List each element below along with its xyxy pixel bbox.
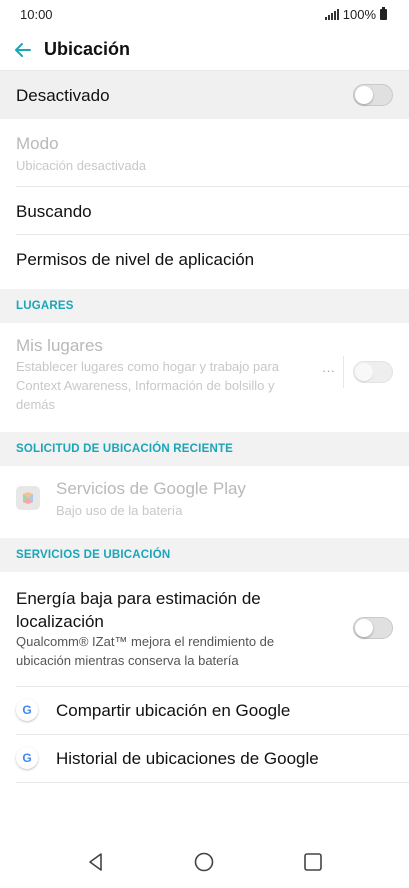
- title-bar: Ubicación: [0, 30, 409, 71]
- status-indicators: 100%: [324, 7, 387, 22]
- vertical-divider: [343, 356, 344, 388]
- signal-icon: [324, 9, 339, 20]
- app-permissions-label: Permisos de nivel de aplicación: [16, 250, 255, 269]
- section-header-text: SOLICITUD DE UBICACIÓN RECIENTE: [16, 443, 234, 455]
- app-permissions-setting[interactable]: Permisos de nivel de aplicación: [0, 235, 409, 285]
- location-history-label: Historial de ubicaciones de Google: [56, 749, 319, 768]
- master-toggle-label: Desactivado: [16, 86, 110, 105]
- status-time: 10:00: [20, 7, 53, 22]
- low-power-summary-line2: ubicación mientras conserva la batería: [16, 653, 239, 668]
- low-power-label-line1: Energía baja para estimación de: [16, 589, 261, 608]
- page-title: Ubicación: [44, 39, 131, 59]
- my-places-switch[interactable]: [353, 361, 393, 383]
- section-header-text: LUGARES: [16, 300, 74, 312]
- low-power-estimation-setting[interactable]: Energía baja para estimación de localiza…: [0, 572, 409, 686]
- puzzle-piece-icon: [23, 492, 33, 504]
- section-header-places: LUGARES: [0, 289, 409, 323]
- nav-recents-icon[interactable]: [300, 849, 326, 875]
- low-power-label-line2: localización: [16, 612, 104, 631]
- recent-app-google-play-services[interactable]: Servicios de Google Play Bajo uso de la …: [0, 466, 409, 532]
- low-power-switch[interactable]: [353, 617, 393, 639]
- battery-percent: 100%: [342, 7, 376, 22]
- section-header-text: SERVICIOS DE UBICACIÓN: [16, 549, 171, 561]
- google-icon: G: [16, 699, 38, 721]
- google-icon: G: [16, 747, 38, 769]
- mode-label: Modo: [16, 134, 59, 153]
- location-master-toggle-row[interactable]: Desactivado: [0, 71, 409, 119]
- my-places-label: Mis lugares: [16, 336, 103, 355]
- more-options-icon[interactable]: ···: [322, 363, 335, 378]
- section-header-location-services: SERVICIOS DE UBICACIÓN: [0, 538, 409, 572]
- location-sharing-label: Compartir ubicación en Google: [56, 701, 291, 720]
- my-places-summary-line2: Context Awareness, Información de bolsil…: [16, 378, 275, 393]
- google-location-sharing[interactable]: G Compartir ubicación en Google: [0, 687, 409, 734]
- nav-home-icon[interactable]: [191, 849, 217, 875]
- navigation-bar: [0, 836, 409, 888]
- searching-label: Buscando: [16, 202, 92, 221]
- my-places-setting[interactable]: Mis lugares Establecer lugares como hoga…: [0, 323, 409, 425]
- location-switch[interactable]: [353, 84, 393, 106]
- battery-icon: [380, 7, 387, 20]
- google-location-history[interactable]: G Historial de ubicaciones de Google: [0, 735, 409, 782]
- divider: [16, 782, 409, 783]
- status-bar: 10:00 100%: [0, 0, 409, 30]
- google-play-services-summary: Bajo uso de la batería: [56, 503, 183, 518]
- low-power-summary-line1: Qualcomm® IZat™ mejora el rendimiento de: [16, 634, 275, 649]
- my-places-summary-line3: demás: [16, 397, 56, 412]
- nav-back-icon[interactable]: [83, 849, 109, 875]
- mode-setting[interactable]: Modo Ubicación desactivada: [0, 120, 409, 186]
- back-arrow-icon[interactable]: [10, 37, 36, 63]
- google-play-services-label: Servicios de Google Play: [56, 479, 246, 498]
- my-places-summary-line1: Establecer lugares como hogar y trabajo …: [16, 359, 280, 374]
- google-play-services-icon: [16, 486, 40, 510]
- searching-setting[interactable]: Buscando: [0, 187, 409, 234]
- mode-summary: Ubicación desactivada: [16, 158, 147, 173]
- section-header-recent: SOLICITUD DE UBICACIÓN RECIENTE: [0, 432, 409, 466]
